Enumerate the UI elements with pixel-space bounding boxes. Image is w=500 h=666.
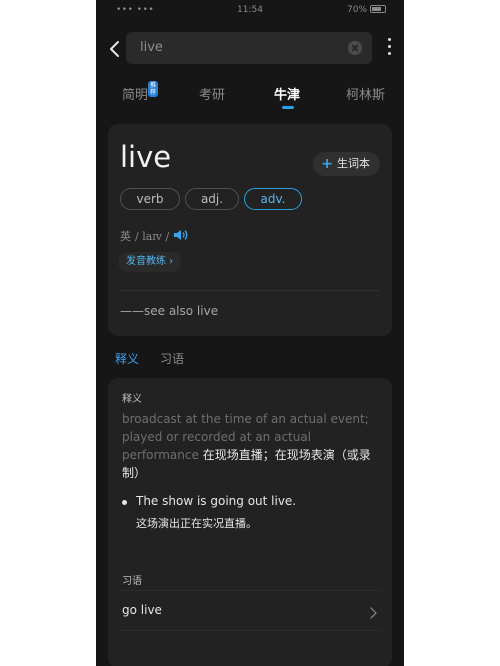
active-tab-indicator <box>282 106 294 109</box>
phonetic-prefix: 英 <box>120 230 131 243</box>
headword: live <box>120 140 172 174</box>
see-also-link[interactable]: ——see also live <box>120 304 218 318</box>
tab-idioms[interactable]: 习语 <box>160 350 184 367</box>
search-query: live <box>140 40 163 55</box>
idioms-heading: 习语 <box>122 576 142 587</box>
status-icons: 70% <box>347 5 386 15</box>
back-arrow-icon <box>110 41 119 57</box>
plus-icon: + <box>321 156 333 172</box>
app-screen: ••• ••• 11:54 70% live 简明 推荐 考研 牛津 柯林斯 l… <box>96 0 404 666</box>
clear-icon[interactable] <box>348 41 362 55</box>
battery-icon <box>370 5 386 13</box>
search-input[interactable]: live <box>126 32 372 64</box>
definition-card: 释义 broadcast at the time of an actual ev… <box>108 378 392 666</box>
tab-collins[interactable]: 柯林斯 <box>346 84 385 103</box>
phonetic-row: 英 / laɪv / <box>120 228 169 244</box>
definition-text: broadcast at the time of an actual event… <box>122 410 380 482</box>
definition-heading: 释义 <box>122 394 142 405</box>
example-sentence: The show is going out live. <box>136 494 297 508</box>
pos-chip-adj[interactable]: adj. <box>185 188 239 210</box>
bullet-icon <box>122 500 127 505</box>
tab-jianming[interactable]: 简明 推荐 <box>122 81 159 103</box>
tab-kaoyan[interactable]: 考研 <box>199 84 225 103</box>
pos-chip-adv[interactable]: adv. <box>244 188 302 210</box>
chevron-right-icon[interactable] <box>368 604 378 619</box>
status-bar: ••• ••• 11:54 70% <box>96 0 404 22</box>
idiom-item[interactable]: go live <box>122 603 162 617</box>
tab-oxford[interactable]: 牛津 <box>274 84 300 103</box>
recommend-badge: 推荐 <box>148 81 159 97</box>
pronunciation-coach-button[interactable]: 发音教练 › <box>118 252 182 272</box>
battery-percent: 70% <box>346 5 367 15</box>
divider <box>120 590 380 591</box>
entry-card: live + 生词本 verb adj. adv. 英 / laɪv / 发音教练 … <box>108 124 392 336</box>
speaker-icon[interactable] <box>173 227 189 241</box>
back-button[interactable] <box>104 38 126 60</box>
tab-definition[interactable]: 释义 <box>115 350 139 367</box>
more-dots-icon <box>387 38 391 41</box>
divider <box>120 290 380 291</box>
add-to-vocab-button[interactable]: + 生词本 <box>313 152 380 176</box>
example-translation: 这场演出正在实况直播。 <box>136 517 257 530</box>
pos-chip-verb[interactable]: verb <box>120 188 180 210</box>
divider <box>120 630 380 631</box>
dictionary-tabs: 简明 推荐 考研 牛津 柯林斯 <box>96 80 404 112</box>
phonetic-text: / laɪv / <box>135 230 170 243</box>
more-menu-button[interactable] <box>386 38 392 58</box>
